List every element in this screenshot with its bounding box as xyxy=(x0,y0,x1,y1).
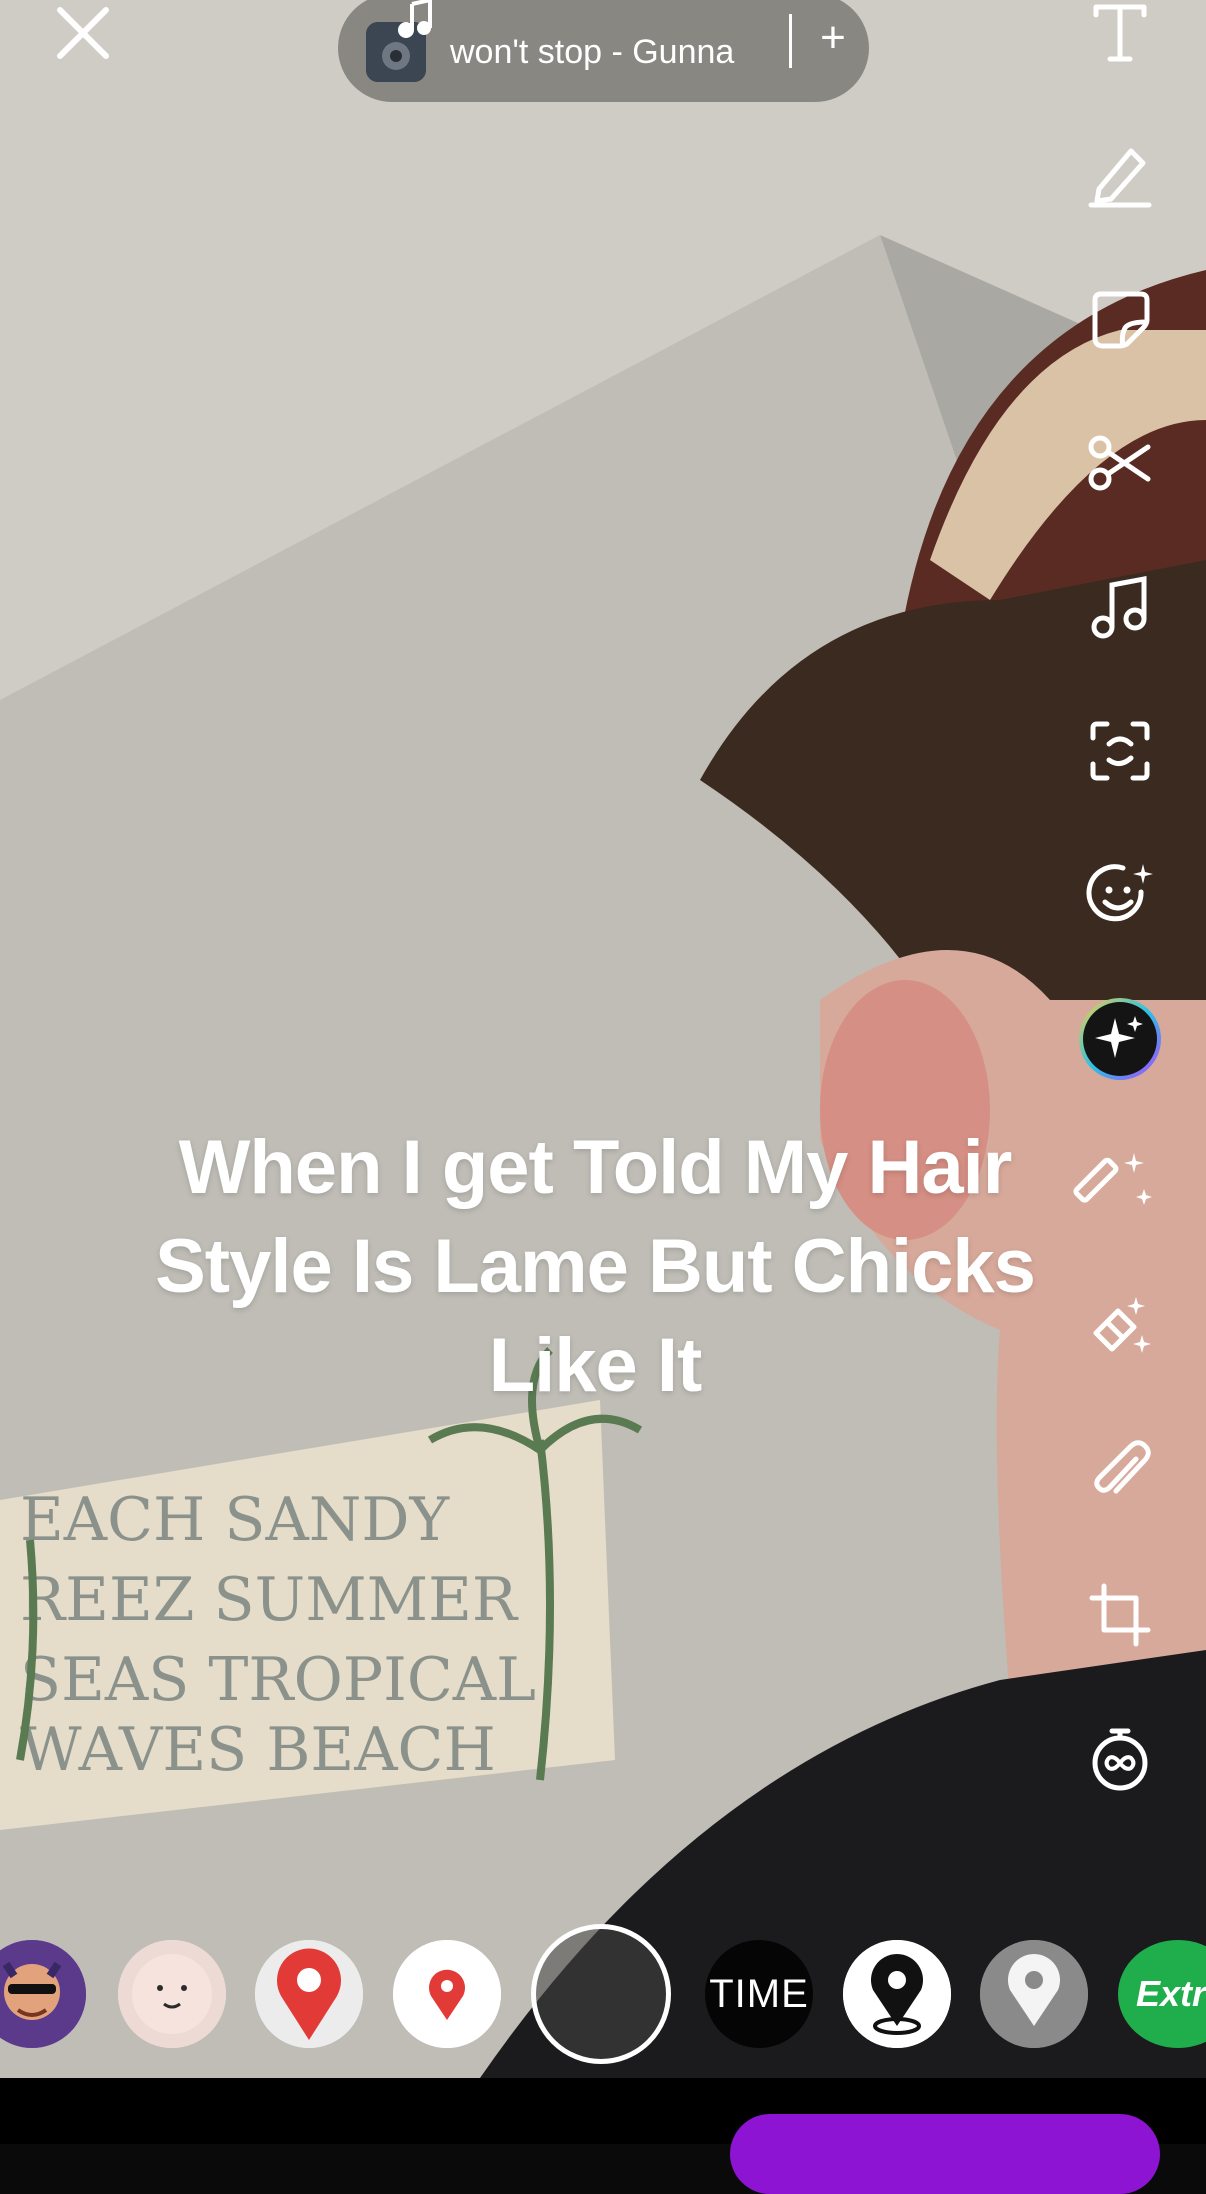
lens-extra-gum[interactable]: Extra xyxy=(1118,1940,1206,2048)
lens-bitmoji-devil[interactable] xyxy=(0,1940,86,2048)
svg-text:WAVES BEACH: WAVES BEACH xyxy=(20,1715,496,1785)
music-tool-button[interactable] xyxy=(1085,572,1155,642)
svg-text:REEZ SUMMER: REEZ SUMMER xyxy=(20,1565,519,1635)
send-button[interactable] xyxy=(730,2114,1160,2194)
story-caption[interactable]: When I get Told My Hair Style Is Lame Bu… xyxy=(110,1118,1080,1415)
map-pin-icon xyxy=(393,1940,501,2048)
svg-text:SEAS TROPICAL: SEAS TROPICAL xyxy=(20,1645,536,1715)
time-lens-label: TIME xyxy=(709,1971,809,2016)
close-icon xyxy=(57,7,109,59)
sticker-icon xyxy=(1092,291,1150,349)
text-tool-button[interactable] xyxy=(1085,0,1155,66)
close-button[interactable] xyxy=(50,0,116,66)
music-track-pill[interactable]: won't stop - Gunna + xyxy=(338,0,869,102)
crop-icon xyxy=(1089,1583,1151,1647)
lens-gray-map-pin[interactable] xyxy=(980,1940,1088,2048)
lens-time[interactable]: TIME xyxy=(705,1940,813,2048)
baby-face-icon xyxy=(118,1940,226,2048)
paperclip-icon xyxy=(1094,1440,1151,1494)
pencil-icon xyxy=(1088,148,1152,208)
lens-baby-face[interactable] xyxy=(118,1940,226,2048)
photo-scene: EACH SANDY REEZ SUMMER SEAS TROPICAL WAV… xyxy=(0,0,1206,2078)
scan-tool-button[interactable] xyxy=(1085,716,1155,786)
pill-divider xyxy=(789,14,792,68)
lens-small-map-pin[interactable] xyxy=(393,1940,501,2048)
magic-wand-icon xyxy=(1073,1153,1152,1205)
sticker-tool-button[interactable] xyxy=(1085,284,1155,354)
music-note-tool-icon xyxy=(1091,575,1147,639)
scissors-icon xyxy=(1088,435,1151,491)
music-track-title: won't stop - Gunna xyxy=(450,32,735,71)
red-map-pin-icon xyxy=(255,1940,363,2048)
gray-map-pin-icon xyxy=(980,1940,1088,2048)
lens-carousel: TIME Extra xyxy=(0,1924,1206,2064)
lenses-tool-button[interactable] xyxy=(1085,860,1155,930)
smiley-sparkle-icon xyxy=(1086,864,1153,922)
capture-button[interactable] xyxy=(531,1924,671,2064)
timer-infinity-icon xyxy=(1092,1728,1148,1791)
lens-black-map-pin[interactable] xyxy=(843,1940,951,2048)
black-map-pin-icon xyxy=(843,1940,951,2048)
draw-tool-button[interactable] xyxy=(1085,140,1155,210)
right-toolbar xyxy=(1073,0,1161,1820)
music-note-icon xyxy=(396,0,436,47)
timer-tool-button[interactable] xyxy=(1085,1724,1155,1794)
add-music-button[interactable]: + xyxy=(808,8,858,68)
text-icon xyxy=(1093,4,1147,62)
magic-wand-tool-button[interactable] xyxy=(1073,1148,1155,1218)
scissors-tool-button[interactable] xyxy=(1085,428,1155,498)
caption-line-2: Style Is Lame But Chicks xyxy=(155,1224,1036,1309)
photo-background: EACH SANDY REEZ SUMMER SEAS TROPICAL WAV… xyxy=(0,0,1206,2078)
ai-sparkle-tool-button[interactable] xyxy=(1077,996,1163,1082)
extra-lens-label: Extra xyxy=(1136,1973,1206,2014)
bitmoji-avatar-icon xyxy=(0,1940,86,2048)
eraser-icon xyxy=(1093,1297,1151,1353)
eraser-tool-button[interactable] xyxy=(1085,1292,1155,1362)
caption-line-1: When I get Told My Hair xyxy=(178,1125,1013,1210)
lens-red-map-pin[interactable] xyxy=(255,1940,363,2048)
svg-text:EACH SANDY: EACH SANDY xyxy=(20,1485,450,1555)
scan-icon xyxy=(1090,721,1150,781)
ai-sparkle-icon xyxy=(1079,998,1161,1080)
caption-line-3: Like It xyxy=(488,1323,703,1408)
attachment-tool-button[interactable] xyxy=(1085,1436,1155,1506)
crop-tool-button[interactable] xyxy=(1085,1580,1155,1650)
